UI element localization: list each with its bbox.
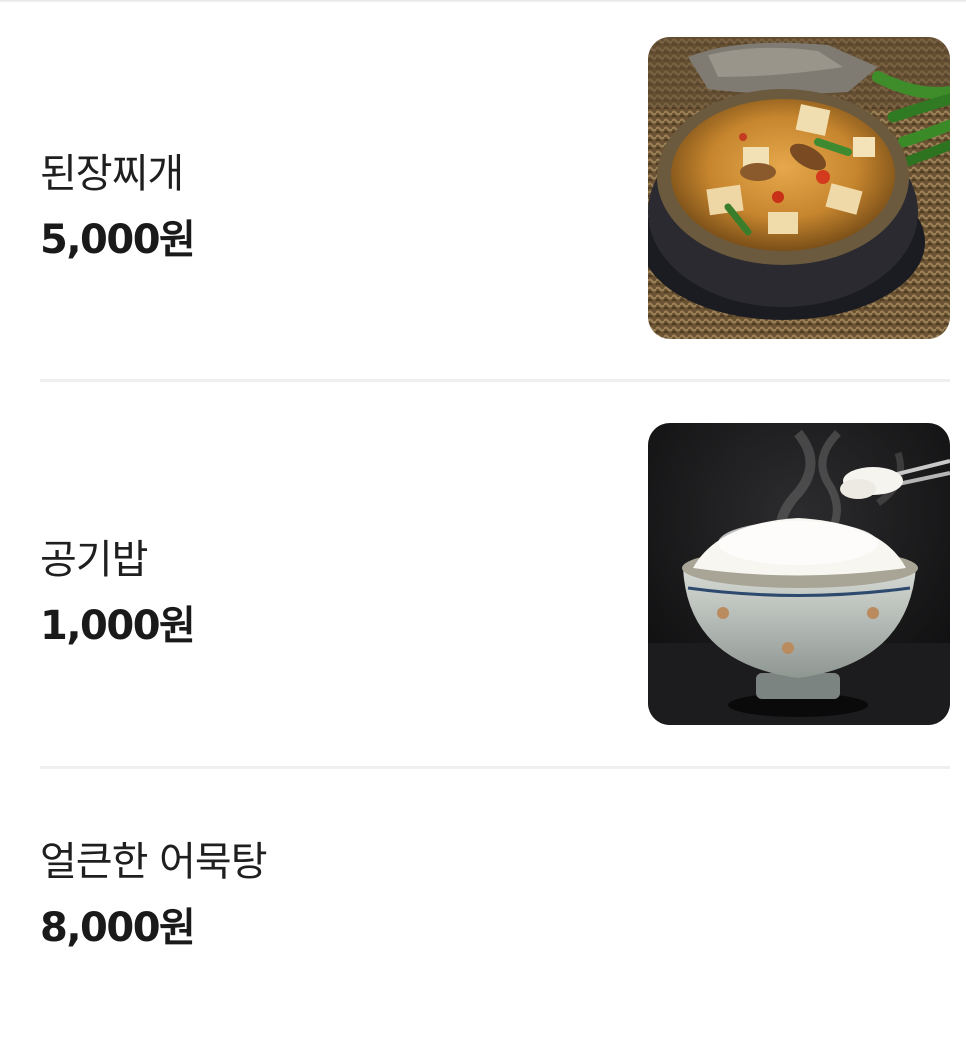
top-edge-shadow <box>0 0 966 3</box>
menu-item-price: 1,000원 <box>40 603 196 649</box>
doenjang-jjigae-photo[interactable] <box>648 37 950 339</box>
menu-item-name: 된장찌개 <box>40 151 184 197</box>
divider <box>40 766 950 769</box>
menu-item-price: 8,000원 <box>40 905 196 951</box>
menu-item-eomuktang[interactable]: 얼큰한 어묵탕 8,000원 <box>40 800 950 980</box>
menu-item-gonggibap[interactable]: 공기밥 1,000원 <box>40 423 950 725</box>
menu-item-name: 공기밥 <box>40 537 148 583</box>
menu-item-price: 5,000원 <box>40 217 196 263</box>
menu-item-name: 얼큰한 어묵탕 <box>40 839 268 885</box>
rice-bowl-photo[interactable] <box>648 423 950 725</box>
divider <box>40 379 950 382</box>
menu-item-doenjang-jjigae[interactable]: 된장찌개 5,000원 <box>40 37 950 339</box>
